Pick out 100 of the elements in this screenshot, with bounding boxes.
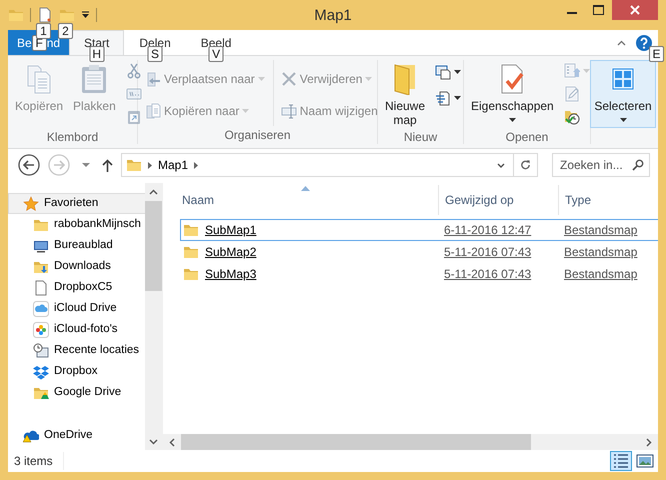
navigation-item[interactable]: iCloud Drive xyxy=(32,298,120,319)
caret-icon xyxy=(454,70,462,74)
group-label: Openen xyxy=(504,129,550,146)
document-icon xyxy=(37,7,53,23)
shortcut-clipboard-icon xyxy=(126,109,142,126)
file-type: Bestandsmap xyxy=(564,245,638,259)
folder-icon xyxy=(59,7,75,23)
file-name[interactable]: SubMap3 xyxy=(205,265,256,283)
close-button[interactable] xyxy=(612,0,658,20)
maximize-icon xyxy=(593,5,604,15)
caret-icon xyxy=(81,11,90,19)
file-row[interactable]: SubMap3 5-11-2016 07:43 Bestandsmap xyxy=(180,263,658,285)
caret-icon xyxy=(508,118,516,122)
x-mark-icon xyxy=(280,71,297,87)
collapse-ribbon-button[interactable] xyxy=(617,40,626,46)
refresh-icon xyxy=(520,159,531,171)
navigation-item[interactable]: Favorieten xyxy=(8,193,145,214)
up-button[interactable] xyxy=(102,158,113,172)
chevron-right-icon xyxy=(148,162,152,168)
details-view-button[interactable] xyxy=(610,451,632,471)
properties-button[interactable]: Eigenschappen xyxy=(467,60,558,125)
scroll-right-icon xyxy=(646,438,652,446)
caret-icon xyxy=(82,163,90,167)
navigation-item[interactable]: Bureaublad xyxy=(32,235,116,256)
navigation-item[interactable]: Downloads xyxy=(32,256,114,277)
file-name[interactable]: SubMap2 xyxy=(205,243,256,261)
key-tip: V xyxy=(208,46,224,62)
vertical-scrollbar[interactable] xyxy=(145,183,162,450)
navigation-item[interactable]: iCloud-foto's xyxy=(32,319,121,340)
scissors-icon xyxy=(126,62,142,79)
file-type: Bestandsmap xyxy=(564,267,638,281)
chevron-up-icon xyxy=(617,40,626,46)
navigation-item[interactable]: OneDrive xyxy=(22,425,96,446)
caret-icon xyxy=(258,77,265,81)
navigation-item[interactable]: Recente locaties xyxy=(32,340,142,361)
item-count: 3 items xyxy=(14,452,64,470)
group-label: Nieuw xyxy=(402,129,438,146)
new-folder-button[interactable]: Nieuwe map xyxy=(381,60,430,130)
star-icon xyxy=(23,196,39,212)
folder-clock-icon xyxy=(564,109,580,126)
dropbox-icon xyxy=(33,364,49,380)
horizontal-scrollbar[interactable] xyxy=(163,434,658,450)
caret-icon xyxy=(242,109,250,113)
group-label: Organiseren xyxy=(223,127,292,144)
column-header[interactable]: Naam xyxy=(163,185,438,215)
document-icon xyxy=(33,280,49,296)
navigation-item[interactable]: Dropbox xyxy=(32,361,100,382)
modified-date: 6-11-2016 12:47 xyxy=(444,223,532,237)
address-bar[interactable]: Map1 xyxy=(121,153,514,177)
folder-icon xyxy=(183,266,199,282)
column-header[interactable]: Gewijzigd op xyxy=(438,185,558,215)
scroll-left-icon xyxy=(169,438,175,446)
file-name[interactable]: SubMap1 xyxy=(205,221,256,239)
folder-icon xyxy=(183,244,199,260)
modified-date: 5-11-2016 07:43 xyxy=(444,245,532,259)
scroll-down-icon xyxy=(149,439,158,445)
search-field[interactable]: Zoeken in... xyxy=(552,153,650,177)
history-dropdown-button[interactable] xyxy=(497,162,505,168)
back-button[interactable] xyxy=(18,154,40,176)
folder-icon xyxy=(8,7,24,23)
chevron-right-icon xyxy=(194,162,198,168)
key-tip: S xyxy=(148,46,163,62)
key-tip: E xyxy=(649,46,664,62)
key-tip: H xyxy=(89,46,104,62)
chevron-down-icon xyxy=(497,162,505,168)
folder-icon xyxy=(183,222,199,238)
pencil-document-icon xyxy=(564,86,580,102)
document-lines-icon xyxy=(435,90,452,106)
file-row[interactable]: SubMap1 6-11-2016 12:47 Bestandsmap xyxy=(180,219,658,241)
details-list-icon xyxy=(612,452,630,470)
navigation-item[interactable]: rabobankMijnsch xyxy=(32,214,144,235)
navigation-item[interactable]: DropboxC5 xyxy=(32,277,116,298)
new-file-button[interactable] xyxy=(37,7,53,23)
sort-arrow-icon xyxy=(300,186,310,191)
tab-label: Be xyxy=(17,35,32,52)
navigation-item[interactable]: Google Drive xyxy=(32,382,124,403)
refresh-button[interactable] xyxy=(513,153,538,177)
key-tip: 1 xyxy=(36,23,51,39)
file-type: Bestandsmap xyxy=(564,223,638,237)
caret-icon xyxy=(620,118,626,122)
minimize-icon xyxy=(566,12,576,14)
up-arrow-icon xyxy=(102,158,113,172)
help-button[interactable] xyxy=(636,34,652,50)
caret-icon xyxy=(454,96,462,100)
column-header[interactable]: Type xyxy=(558,185,658,215)
breadcrumb[interactable]: Map1 xyxy=(158,156,188,174)
window-document-icon xyxy=(435,64,452,80)
window-title: Map1 xyxy=(314,7,352,24)
caret-icon xyxy=(365,77,372,81)
list-arrow-icon xyxy=(564,62,580,79)
select-button[interactable]: Selecteren xyxy=(590,60,656,128)
search-icon xyxy=(632,159,644,171)
group-label: Klembord xyxy=(46,129,100,146)
file-row[interactable]: SubMap2 5-11-2016 07:43 Bestandsmap xyxy=(180,241,658,263)
path-icon xyxy=(126,86,142,102)
rename-icon xyxy=(280,103,297,119)
recent-locations-button[interactable] xyxy=(82,163,90,167)
scrollbar-thumb[interactable] xyxy=(181,434,531,450)
customize-button[interactable] xyxy=(81,11,90,19)
scrollbar-thumb[interactable] xyxy=(145,201,162,291)
